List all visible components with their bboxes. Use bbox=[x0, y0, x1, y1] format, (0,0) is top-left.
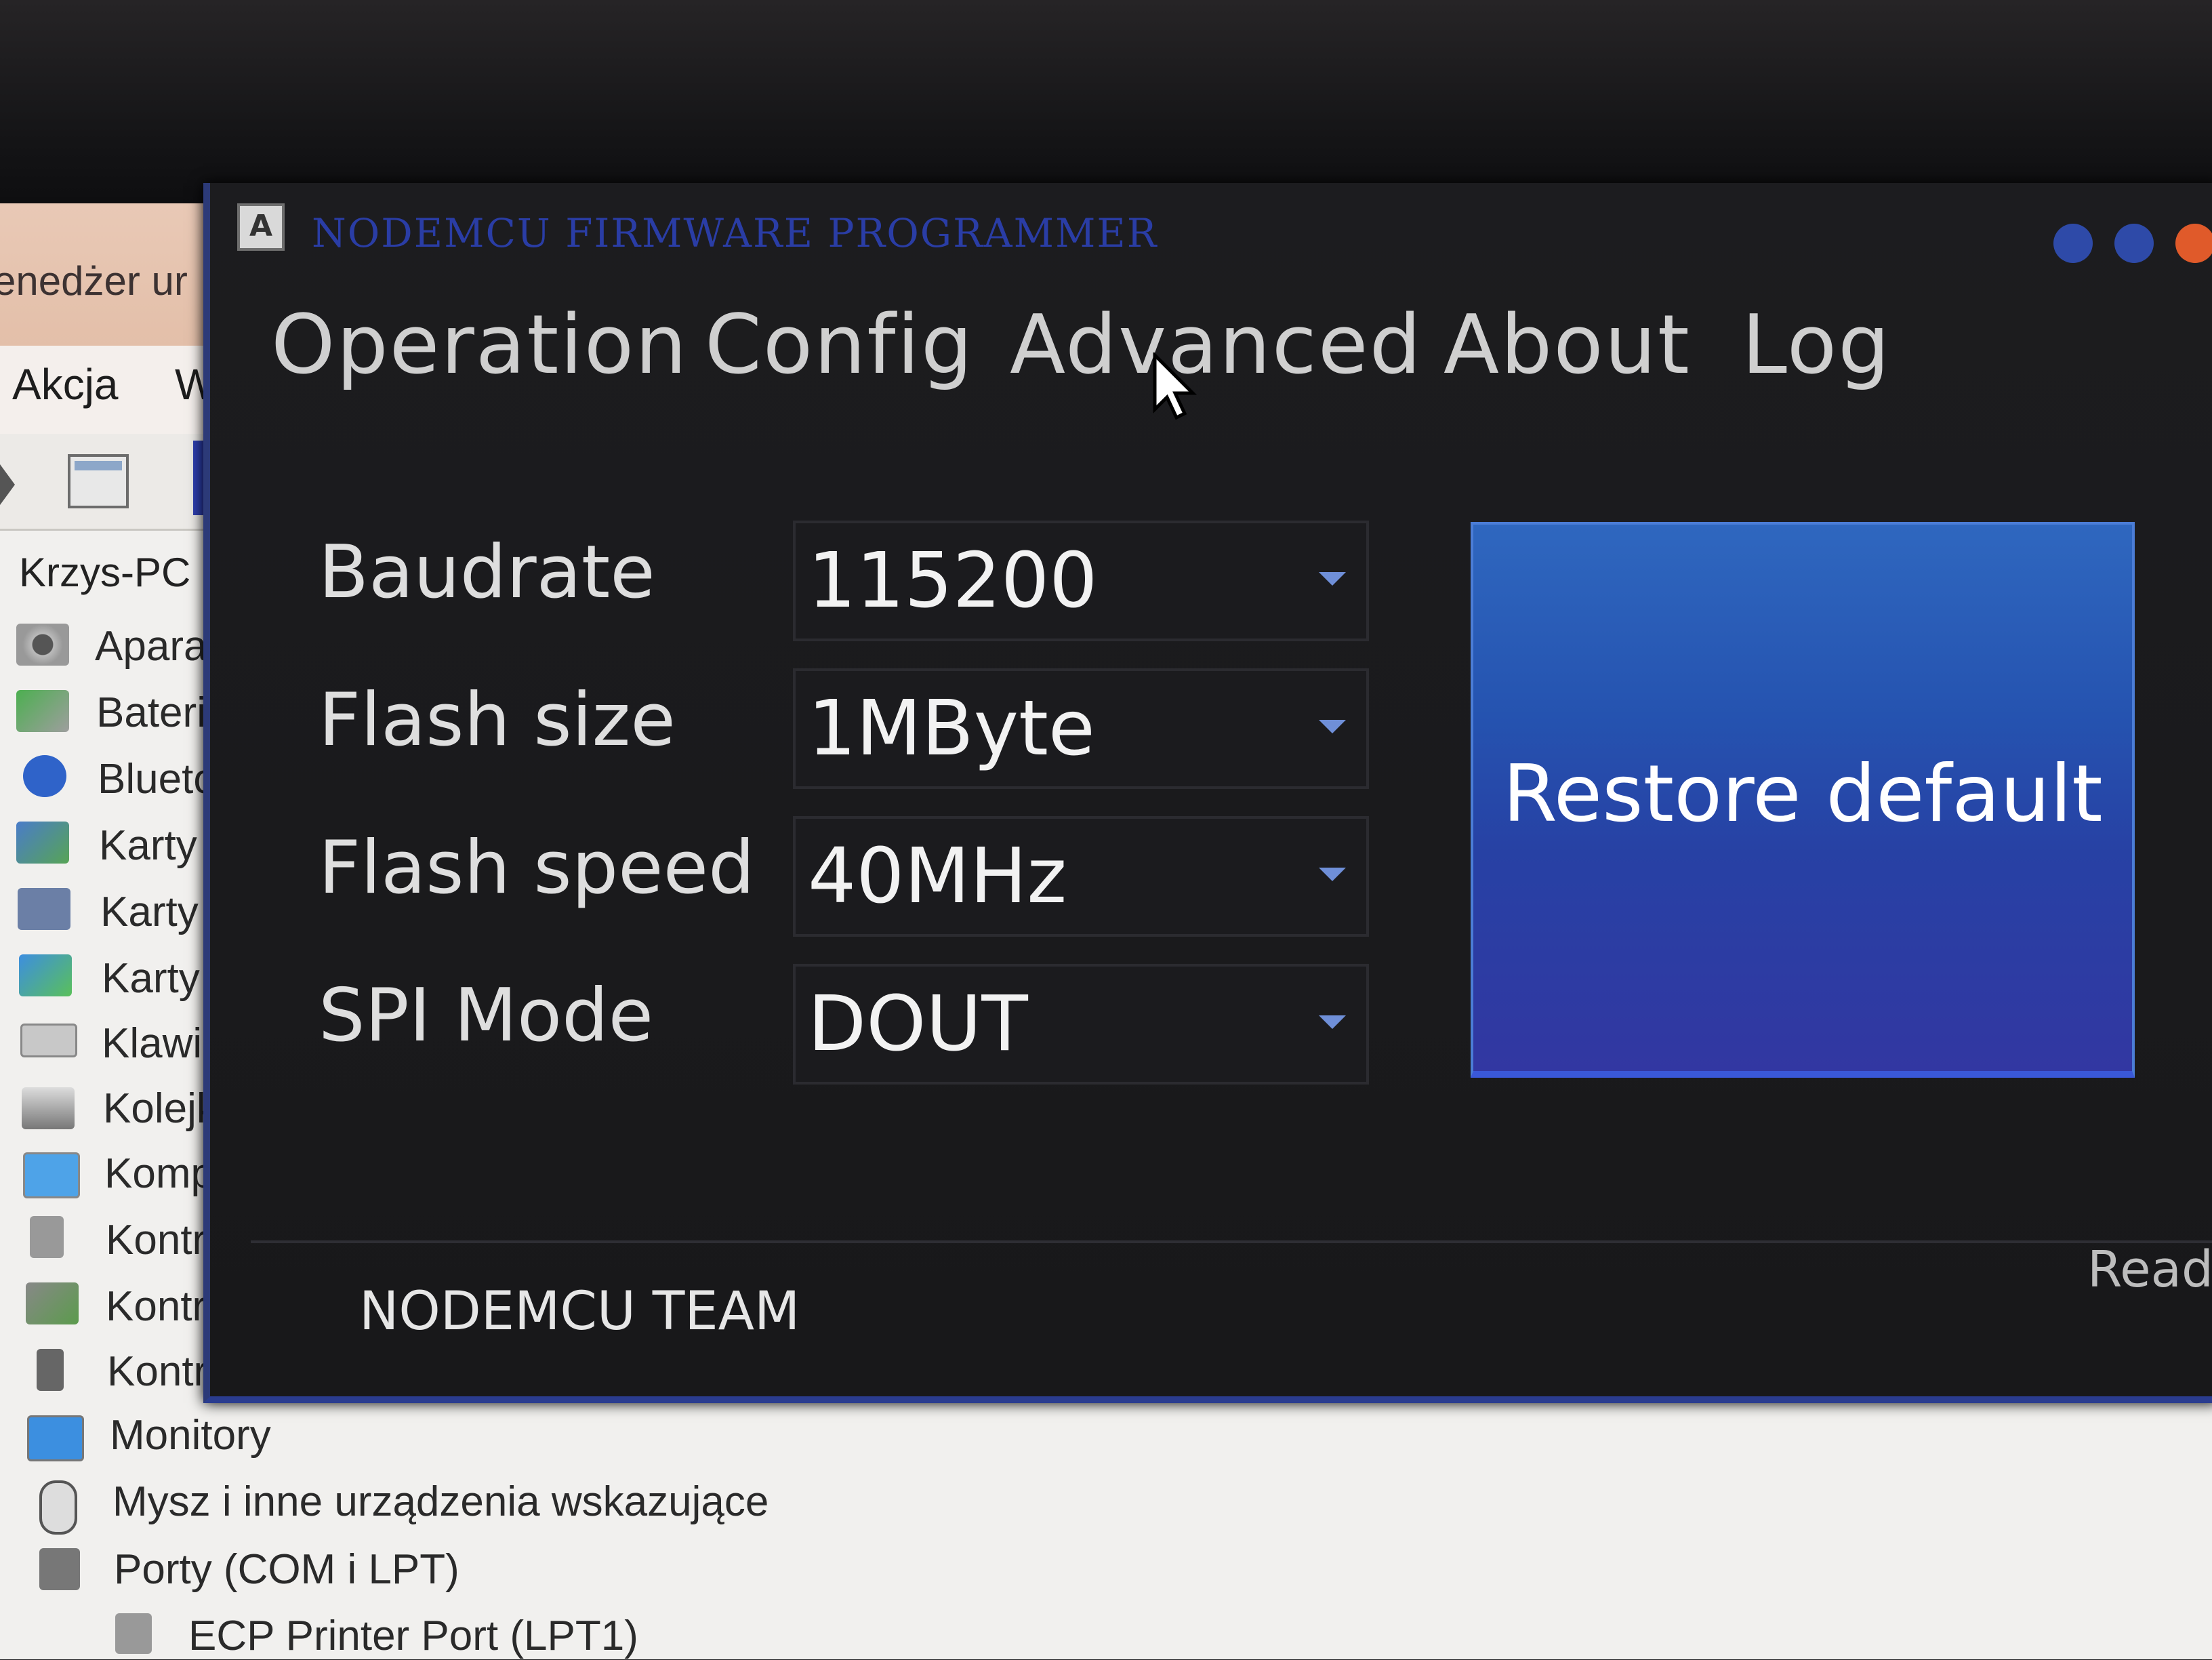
baudrate-select[interactable]: 115200 bbox=[793, 521, 1369, 641]
tree-item[interactable]: Karty bbox=[102, 954, 200, 1003]
controller-icon bbox=[26, 1282, 79, 1324]
tab-about[interactable]: About bbox=[1443, 298, 1691, 392]
camera-icon bbox=[16, 624, 69, 666]
chevron-down-icon bbox=[1319, 572, 1346, 586]
restore-default-label: Restore default bbox=[1502, 748, 2103, 840]
tree-item[interactable]: Mysz i inne urządzenia wskazujące bbox=[112, 1478, 769, 1526]
monitor-icon bbox=[27, 1415, 84, 1461]
tree-item[interactable]: Kontr bbox=[106, 1216, 206, 1264]
flash-speed-value: 40MHz bbox=[808, 832, 1067, 920]
tree-item[interactable]: Blueto bbox=[98, 755, 217, 803]
battery-icon bbox=[16, 690, 69, 732]
baudrate-label: Baudrate bbox=[319, 530, 655, 615]
tree-root-computer[interactable]: Krzys-PC bbox=[19, 549, 190, 596]
close-icon[interactable] bbox=[2175, 224, 2212, 263]
restore-default-button[interactable]: Restore default bbox=[1471, 522, 2135, 1078]
network-adapter-icon bbox=[19, 954, 72, 996]
maximize-icon[interactable] bbox=[2114, 224, 2154, 263]
menu-akcja[interactable]: Akcja bbox=[12, 359, 119, 409]
mouse-icon bbox=[39, 1480, 77, 1535]
forward-arrow-icon[interactable] bbox=[0, 464, 15, 505]
tree-item[interactable]: Komp bbox=[104, 1150, 214, 1198]
nodemcu-window: A NODEMCU FIRMWARE PROGRAMMER Operation … bbox=[203, 183, 2212, 1403]
keyboard-icon bbox=[20, 1024, 77, 1057]
spi-mode-select[interactable]: DOUT bbox=[793, 964, 1369, 1085]
tab-operation[interactable]: Operation bbox=[271, 298, 688, 392]
port-icon bbox=[39, 1548, 80, 1590]
tree-item[interactable]: Kontr bbox=[106, 1282, 206, 1331]
network-card-icon bbox=[16, 822, 69, 864]
tab-advanced[interactable]: Advanced bbox=[1010, 298, 1422, 392]
tab-log[interactable]: Log bbox=[1742, 298, 1891, 392]
spi-mode-value: DOUT bbox=[808, 980, 1028, 1068]
tree-item[interactable]: ECP Printer Port (LPT1) bbox=[188, 1612, 638, 1660]
tree-item[interactable]: Porty (COM i LPT) bbox=[114, 1545, 459, 1594]
monitor-bezel bbox=[0, 0, 2212, 203]
tree-item[interactable]: Kolejk bbox=[103, 1085, 218, 1133]
device-manager-title: enedżer ur bbox=[0, 258, 188, 304]
tree-item[interactable]: Kontr bbox=[107, 1348, 207, 1396]
flash-size-select[interactable]: 1MByte bbox=[793, 668, 1369, 789]
card-icon bbox=[18, 888, 70, 930]
footer-team-label: NODEMCU TEAM bbox=[359, 1281, 800, 1342]
tree-item[interactable]: Bateri bbox=[96, 689, 206, 737]
status-divider bbox=[251, 1240, 2212, 1243]
mouse-cursor-icon bbox=[1153, 352, 1197, 420]
app-icon: A bbox=[237, 203, 285, 251]
flash-speed-label: Flash speed bbox=[319, 826, 755, 910]
flash-speed-select[interactable]: 40MHz bbox=[793, 816, 1369, 937]
chevron-down-icon bbox=[1319, 868, 1346, 881]
speaker-icon bbox=[30, 1216, 64, 1258]
window-title: NODEMCU FIRMWARE PROGRAMMER bbox=[312, 210, 1158, 256]
usb-icon bbox=[37, 1349, 64, 1391]
flash-size-label: Flash size bbox=[319, 678, 676, 763]
tab-config[interactable]: Config bbox=[705, 298, 974, 392]
minimize-icon[interactable] bbox=[2053, 224, 2093, 263]
printer-icon bbox=[22, 1087, 75, 1129]
flash-size-value: 1MByte bbox=[808, 685, 1095, 773]
tree-item[interactable]: Karty bbox=[100, 888, 199, 936]
tree-item[interactable]: Apara bbox=[95, 622, 207, 670]
chevron-down-icon bbox=[1319, 720, 1346, 733]
properties-icon[interactable] bbox=[68, 454, 129, 508]
tree-item[interactable]: Monitory bbox=[110, 1411, 271, 1459]
tree-item[interactable]: Karty bbox=[99, 822, 197, 870]
computer-icon bbox=[23, 1152, 80, 1198]
spi-mode-label: SPI Mode bbox=[319, 973, 654, 1058]
printer-port-icon bbox=[115, 1613, 152, 1654]
status-text: Ready bbox=[2087, 1240, 2212, 1299]
bluetooth-icon bbox=[23, 755, 66, 797]
chevron-down-icon bbox=[1319, 1015, 1346, 1029]
baudrate-value: 115200 bbox=[808, 537, 1098, 625]
